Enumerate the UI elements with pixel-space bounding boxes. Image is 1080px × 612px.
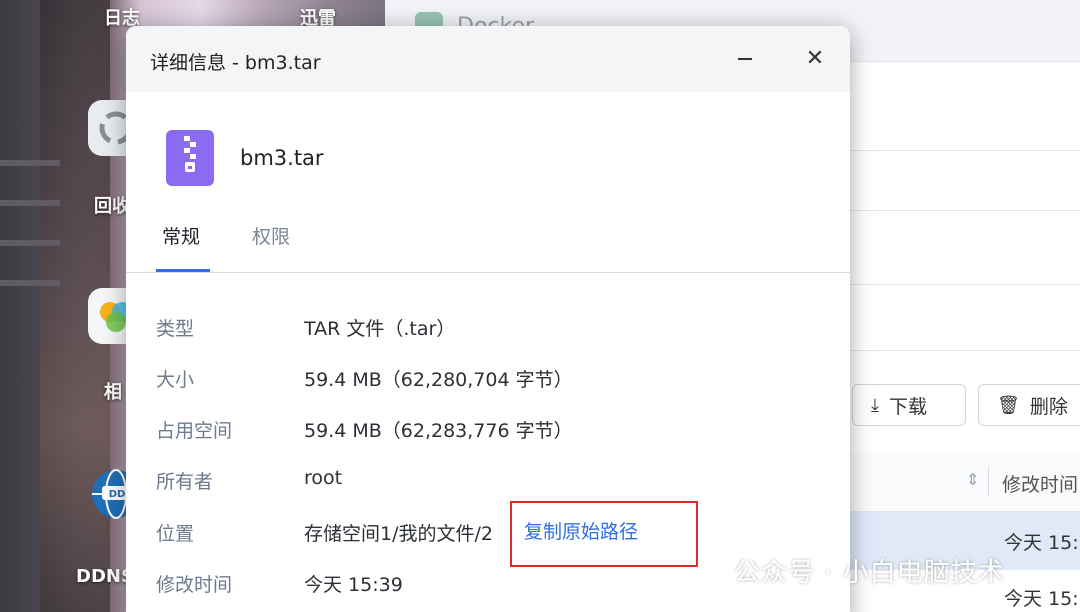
- wechat-icon: [696, 559, 726, 583]
- property-value: TAR 文件（.tar）: [304, 318, 456, 340]
- dialog-titlebar[interactable]: 详细信息 - bm3.tar ✕: [126, 26, 850, 92]
- property-row-owner: 所有者 root: [126, 459, 850, 499]
- property-row-type: 类型 TAR 文件（.tar）: [126, 306, 850, 346]
- tab-permissions[interactable]: 权限: [252, 222, 290, 249]
- property-row-disk-usage: 占用空间 59.4 MB（62,283,776 字节）: [126, 408, 850, 448]
- property-value: 59.4 MB（62,283,776 字节）: [304, 420, 573, 442]
- property-value: root: [304, 467, 343, 489]
- delete-button[interactable]: 🗑 删除: [978, 384, 1080, 426]
- wallpaper-stripe: [0, 240, 60, 246]
- wallpaper-stripe: [0, 160, 60, 166]
- highlight-box: [510, 501, 698, 567]
- table-cell-modified: 今天 15:: [1004, 532, 1079, 554]
- tab-general[interactable]: 常规: [162, 222, 200, 249]
- property-value: 存储空间1/我的文件/2: [304, 523, 493, 545]
- property-value: 今天 15:39: [304, 574, 403, 596]
- download-label: 下载: [888, 395, 927, 418]
- active-tab-indicator: [156, 269, 210, 272]
- divider: [850, 150, 1080, 151]
- property-row-size: 大小 59.4 MB（62,280,704 字节）: [126, 357, 850, 397]
- watermark-text: 公众号 · 小白电脑技术: [734, 558, 1005, 588]
- desktop-icon-label-photos[interactable]: 相: [104, 378, 122, 404]
- download-icon: ⤓: [871, 394, 879, 416]
- archive-file-icon: [164, 128, 216, 188]
- divider: [850, 350, 1080, 351]
- property-row-location: 位置 存储空间1/我的文件/2 复制原始路径: [126, 501, 850, 567]
- column-divider: [988, 466, 989, 496]
- desktop-icon-label-recycle[interactable]: 回收: [94, 192, 130, 218]
- close-icon: ✕: [805, 46, 825, 71]
- divider: [850, 284, 1080, 285]
- trash-icon: 🗑: [997, 394, 1020, 416]
- property-label: 修改时间: [156, 574, 233, 596]
- tab-bar: 常规 权限: [126, 216, 850, 273]
- delete-label: 删除: [1029, 395, 1068, 418]
- minimize-button[interactable]: [732, 46, 758, 72]
- minimize-icon: [738, 58, 752, 60]
- property-label: 大小: [156, 369, 195, 391]
- property-label: 位置: [156, 523, 195, 545]
- property-label: 占用空间: [156, 420, 233, 442]
- download-button[interactable]: ⤓ 下载: [852, 384, 966, 426]
- property-label: 类型: [156, 318, 195, 340]
- property-value: 59.4 MB（62,280,704 字节）: [304, 369, 573, 391]
- details-dialog: 详细信息 - bm3.tar ✕ bm3.tar 常规 权限 类型 TAR 文件…: [126, 26, 850, 612]
- divider: [850, 210, 1080, 211]
- watermark: 公众号 · 小白电脑技术: [696, 552, 1005, 589]
- property-label: 所有者: [156, 471, 214, 493]
- sort-icon[interactable]: ⇕: [966, 470, 979, 489]
- close-button[interactable]: ✕: [802, 46, 828, 72]
- column-header-modified[interactable]: 修改时间: [1002, 470, 1078, 497]
- table-cell-modified: 今天 15:: [1004, 588, 1079, 610]
- file-name: bm3.tar: [240, 146, 324, 170]
- wallpaper-stripe: [0, 280, 60, 286]
- wallpaper-stripe: [0, 200, 60, 206]
- svg-text:DD: DD: [109, 489, 126, 500]
- dialog-title: 详细信息 - bm3.tar: [150, 52, 321, 74]
